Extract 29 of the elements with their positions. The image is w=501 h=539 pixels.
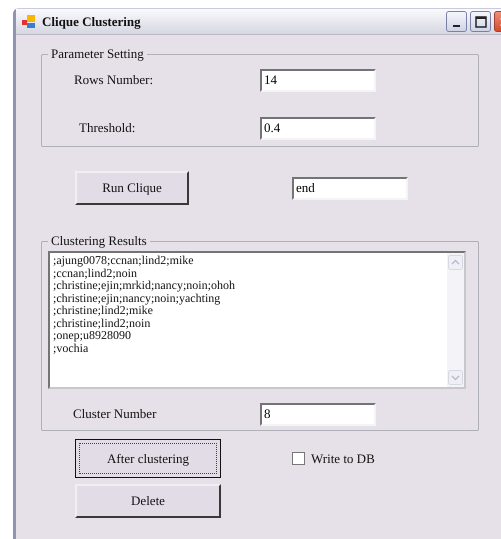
result-line: ;christine;lind2;mike: [53, 304, 153, 316]
input-field[interactable]: 8: [260, 402, 376, 426]
minimize-button[interactable]: [446, 11, 467, 32]
field-label: Cluster Number: [72, 406, 158, 422]
after-clustering-button[interactable]: After clustering: [75, 439, 221, 478]
input-field[interactable]: 14: [260, 68, 376, 92]
result-line: ;christine;ejin;mrkid;nancy;noin;ohoh: [53, 279, 236, 292]
results-textarea[interactable]: ;ajung0078;ccnan;lind2;mike ;ccnan;lind2;noin ;christine;ejin;mrkid;nancy;noin;ohoh ;christine;ejin;nancy;noin;yachting ;christine;lind2;mike ;christine;lind2;noin ;onep;u8928090 ;vochia: [48, 251, 466, 389]
status-field[interactable]: end: [292, 176, 408, 200]
result-line: ;onep;u8928090: [53, 329, 131, 342]
result-line: ;christine;lind2;noin: [53, 316, 150, 329]
result-line: ;christine;ejin;nancy;noin;yachting: [53, 292, 220, 304]
input-field[interactable]: 0.4: [260, 116, 376, 140]
run-button[interactable]: Run Clique: [75, 171, 189, 205]
field-label: Threshold:: [78, 120, 136, 136]
group-title: Parameter Setting: [50, 46, 145, 62]
window-icon: [22, 14, 36, 28]
result-line: ;ccnan;lind2;noin: [53, 266, 137, 279]
minimize-icon: [453, 25, 460, 27]
checkbox[interactable]: [292, 452, 305, 465]
window-title: Clique Clustering: [42, 14, 142, 30]
group-title: Clustering Results: [50, 233, 148, 249]
maximize-icon: [474, 16, 486, 28]
checkbox-label: Write to DB: [311, 450, 375, 466]
maximize-button[interactable]: [470, 11, 491, 32]
result-line: ;ajung0078;ccnan;lind2;mike: [53, 254, 195, 266]
delete-button[interactable]: Delete: [75, 484, 221, 518]
field-label: Rows Number:: [73, 72, 154, 88]
result-line: ;vochia: [53, 342, 88, 354]
